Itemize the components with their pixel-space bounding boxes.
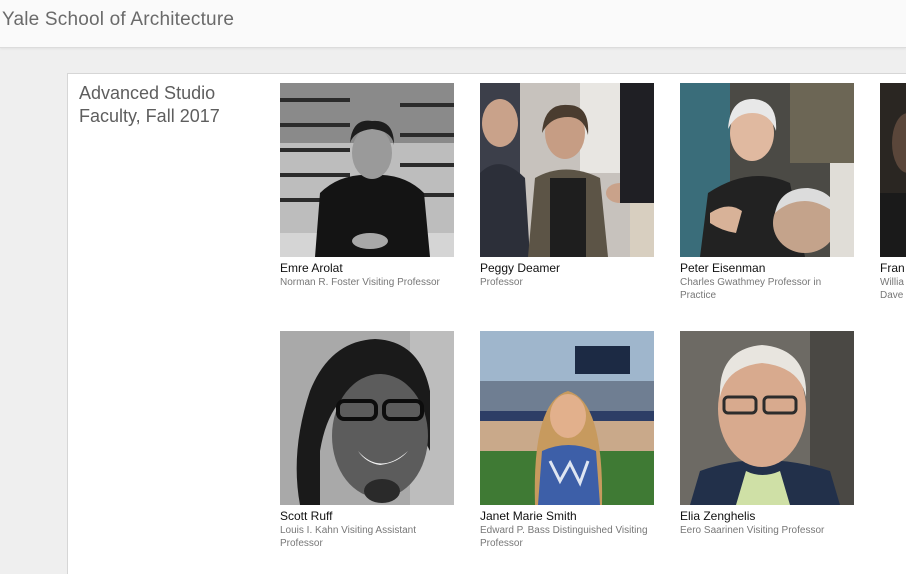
heading-line-1: Advanced Studio xyxy=(79,83,216,103)
page-heading: Advanced Studio Faculty, Fall 2017 xyxy=(79,82,220,128)
faculty-photo[interactable] xyxy=(680,331,854,505)
site-title-link[interactable]: Yale School of Architecture xyxy=(2,9,234,31)
faculty-title-line-1: Willia xyxy=(880,277,904,288)
faculty-name[interactable]: Elia Zenghelis xyxy=(680,509,854,523)
faculty-card[interactable]: Emre Arolat Norman R. Foster Visiting Pr… xyxy=(280,83,454,289)
faculty-title: Louis I. Kahn Visiting Assistant Profess… xyxy=(280,525,417,549)
faculty-title: Eero Saarinen Visiting Professor xyxy=(680,525,825,536)
faculty-title: Charles Gwathmey Professor in Practice xyxy=(680,277,822,301)
faculty-title: Norman R. Foster Visiting Professor xyxy=(280,277,440,288)
faculty-card[interactable]: Elia Zenghelis Eero Saarinen Visiting Pr… xyxy=(680,331,854,537)
faculty-card[interactable]: Scott Ruff Louis I. Kahn Visiting Assist… xyxy=(280,331,454,550)
faculty-photo[interactable] xyxy=(280,83,454,257)
faculty-photo[interactable] xyxy=(880,83,906,257)
faculty-card[interactable]: Janet Marie Smith Edward P. Bass Disting… xyxy=(480,331,654,550)
faculty-name[interactable]: Scott Ruff xyxy=(280,509,454,523)
faculty-photo[interactable] xyxy=(480,83,654,257)
faculty-title-line-2: Dave xyxy=(880,290,904,301)
faculty-photo[interactable] xyxy=(680,83,854,257)
faculty-name[interactable]: Fran xyxy=(880,261,906,275)
faculty-card[interactable]: Fran Willia Dave xyxy=(880,83,906,302)
faculty-card[interactable]: Peggy Deamer Professor xyxy=(480,83,654,289)
faculty-photo[interactable] xyxy=(480,331,654,505)
faculty-photo[interactable] xyxy=(280,331,454,505)
faculty-name[interactable]: Emre Arolat xyxy=(280,261,454,275)
faculty-name[interactable]: Peggy Deamer xyxy=(480,261,654,275)
faculty-title: Edward P. Bass Distinguished Visiting Pr… xyxy=(480,525,648,549)
site-header: Yale School of Architecture xyxy=(0,0,906,48)
faculty-title: Professor xyxy=(480,277,523,288)
faculty-card[interactable]: Peter Eisenman Charles Gwathmey Professo… xyxy=(680,83,854,302)
faculty-name[interactable]: Janet Marie Smith xyxy=(480,509,654,523)
heading-line-2: Faculty, Fall 2017 xyxy=(79,106,220,126)
faculty-name[interactable]: Peter Eisenman xyxy=(680,261,854,275)
